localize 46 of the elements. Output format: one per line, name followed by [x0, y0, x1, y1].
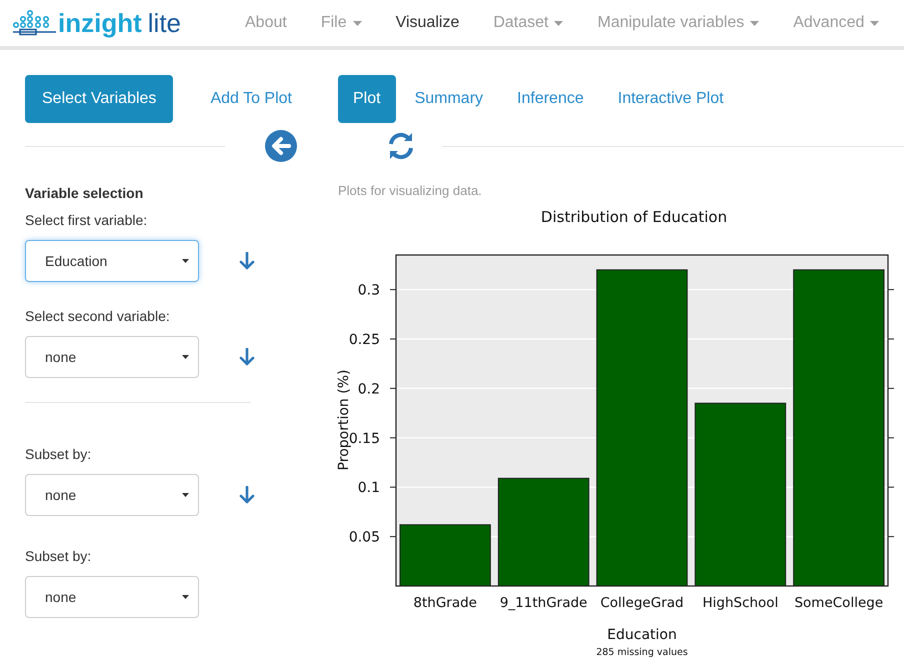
tick-label: 0.1 [358, 480, 380, 496]
nav-link[interactable]: Dataset [476, 0, 580, 46]
field-label: Select first variable: [25, 211, 148, 230]
logo-text: lite [148, 10, 182, 36]
tab[interactable]: Plot [338, 75, 396, 123]
tab[interactable]: Inference [502, 75, 599, 123]
description-text: Plots for visualizing data. [338, 182, 483, 200]
refresh-icon[interactable] [386, 131, 416, 161]
logo-icon [12, 10, 56, 36]
tick-label: 0.3 [358, 282, 380, 299]
caret-icon [182, 355, 189, 359]
tick-label: 0.25 [348, 332, 380, 348]
down-arrow-icon[interactable] [239, 252, 255, 270]
logo-text: inzight [58, 10, 142, 36]
field-label: Subset by: [25, 445, 92, 464]
select-field[interactable]: none [25, 576, 199, 618]
nav-link[interactable]: Advanced [776, 0, 896, 46]
tab[interactable]: Interactive Plot [602, 75, 739, 123]
missing-values-note: 285 missing values [596, 647, 688, 657]
category-label: HighSchool [702, 595, 778, 611]
nav-link[interactable]: Visualize [378, 0, 476, 46]
tab[interactable]: Add To Plot [193, 75, 309, 123]
axis-title: Education [607, 627, 677, 643]
category-label: SomeCollege [794, 595, 884, 611]
tab[interactable]: Select Variables [25, 75, 174, 123]
nav-link[interactable]: File [304, 0, 379, 46]
category-label: CollegeGrad [600, 595, 684, 611]
caret-icon [182, 595, 189, 599]
tick-label: 0.05 [348, 530, 380, 546]
nav-link[interactable]: About [228, 0, 304, 46]
select-field[interactable]: none [25, 336, 199, 378]
tick-label: 0.2 [358, 381, 380, 398]
down-arrow-icon[interactable] [239, 486, 255, 504]
field-label: Subset by: [25, 547, 92, 566]
category-label: 8thGrade [413, 595, 477, 611]
select-field[interactable]: Education [25, 240, 199, 282]
category-label: 9_11thGrade [500, 595, 588, 611]
down-arrow-icon[interactable] [239, 348, 255, 366]
caret-icon [182, 493, 189, 497]
chart-title: Distribution of Education [540, 208, 728, 226]
select-field[interactable]: none [25, 474, 199, 516]
nav-link[interactable]: Manipulate variables [580, 0, 776, 46]
section-heading: Variable selection [25, 184, 144, 203]
field-label: Select second variable: [25, 307, 171, 326]
caret-icon [182, 259, 189, 263]
tab[interactable]: Summary [400, 75, 498, 123]
